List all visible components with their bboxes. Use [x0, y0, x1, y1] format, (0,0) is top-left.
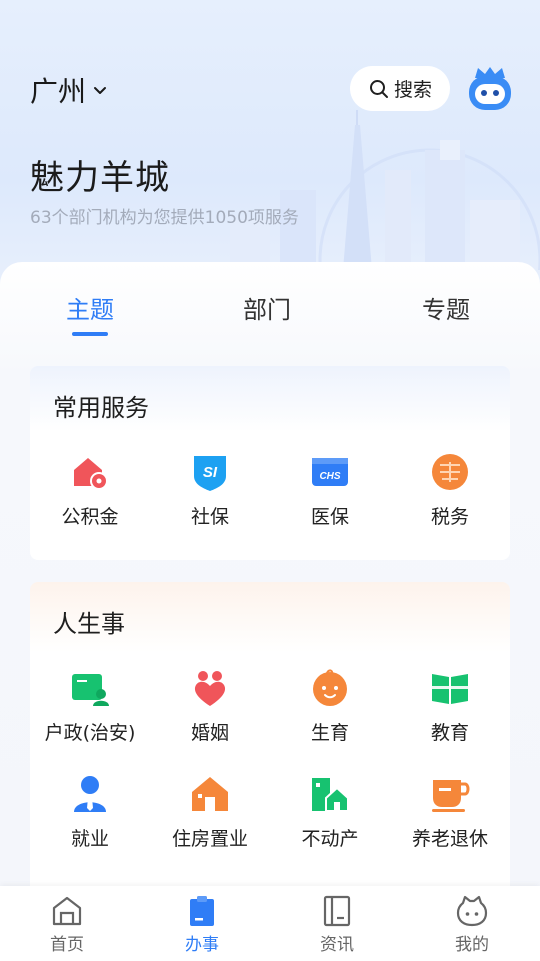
education-icon	[432, 674, 468, 704]
service-label: 公积金	[61, 506, 119, 528]
life-item-real-estate[interactable]: 不动产	[270, 774, 390, 851]
nav-label: 我的	[455, 935, 489, 955]
service-item-housing-fund[interactable]: 公积金	[30, 452, 150, 529]
nav-home[interactable]: 首页	[22, 894, 112, 955]
nav-label: 首页	[50, 935, 84, 955]
common-services-card: 常用服务 公积金 SI 社保 CHS 医保 税务	[30, 366, 510, 560]
assistant-robot-icon[interactable]	[465, 64, 515, 112]
life-item-household[interactable]: 户政(治安)	[30, 668, 150, 745]
life-label: 户政(治安)	[44, 722, 136, 744]
nav-news[interactable]: 资讯	[292, 894, 382, 955]
life-item-marriage[interactable]: 婚姻	[150, 668, 270, 745]
affairs-icon	[190, 896, 214, 926]
household-icon	[72, 674, 109, 706]
retirement-icon	[432, 780, 470, 812]
service-label: 医保	[310, 506, 349, 528]
life-item-education[interactable]: 教育	[390, 668, 510, 745]
news-icon	[323, 895, 351, 927]
life-label: 住房置业	[171, 828, 248, 850]
life-item-birth[interactable]: 生育	[270, 668, 390, 745]
housing-fund-icon	[74, 458, 108, 490]
search-label: 搜索	[393, 79, 432, 101]
life-label: 婚姻	[190, 722, 229, 744]
nav-label: 办事	[185, 935, 219, 955]
active-tab-indicator	[72, 332, 108, 336]
life-label: 教育	[430, 722, 469, 744]
life-label: 养老退休	[411, 828, 488, 850]
employment-icon	[74, 776, 106, 812]
life-item-retirement[interactable]: 养老退休	[390, 774, 510, 851]
profile-icon	[456, 895, 488, 927]
city-name: 广州	[30, 75, 87, 108]
tab-department[interactable]: 部门	[207, 290, 327, 325]
life-label: 不动产	[301, 828, 359, 850]
medical-insurance-icon: CHS	[312, 458, 348, 486]
birth-icon	[313, 669, 347, 706]
life-item-employment[interactable]: 就业	[30, 774, 150, 851]
nav-label: 资讯	[320, 935, 354, 955]
social-security-icon: SI	[194, 456, 226, 491]
tab-theme[interactable]: 主题	[30, 290, 150, 325]
tax-icon	[432, 454, 468, 490]
bottom-navigation: 首页 办事 资讯 我的	[0, 886, 540, 961]
category-tabs: 主题 部门 专题	[0, 290, 540, 340]
marriage-icon	[194, 671, 226, 706]
life-label: 生育	[310, 722, 349, 744]
real-estate-icon	[312, 778, 349, 812]
svg-text:CHS: CHS	[319, 471, 340, 482]
city-skyline-illustration	[230, 110, 540, 270]
hero-banner: 广州 搜索 魅力羊城 63个部门机构为您提供1050项服务	[0, 0, 540, 300]
page-subtitle: 63个部门机构为您提供1050项服务	[30, 208, 299, 228]
nav-affairs[interactable]: 办事	[157, 894, 247, 955]
nav-profile[interactable]: 我的	[427, 894, 517, 955]
svg-text:SI: SI	[203, 464, 218, 481]
page-title: 魅力羊城	[30, 158, 170, 198]
life-label: 就业	[70, 828, 109, 850]
life-item-housing[interactable]: 住房置业	[150, 774, 270, 851]
tab-special-topic[interactable]: 专题	[386, 290, 506, 325]
city-selector[interactable]: 广州	[30, 72, 108, 108]
card-title: 人生事	[53, 610, 125, 638]
search-button[interactable]: 搜索	[350, 66, 450, 111]
chevron-down-icon	[94, 87, 107, 94]
life-events-card: 人生事 户政(治安) 婚姻 生育 教育 就业 住房置业 不动产 养老退休	[30, 582, 510, 902]
home-icon	[52, 896, 82, 926]
service-item-medical-insurance[interactable]: CHS 医保	[270, 452, 390, 529]
service-item-tax[interactable]: 税务	[390, 452, 510, 529]
service-item-social-security[interactable]: SI 社保	[150, 452, 270, 529]
search-icon	[369, 79, 388, 98]
service-label: 社保	[190, 506, 229, 528]
card-title: 常用服务	[53, 394, 149, 422]
service-label: 税务	[430, 506, 469, 528]
housing-icon	[192, 777, 228, 811]
